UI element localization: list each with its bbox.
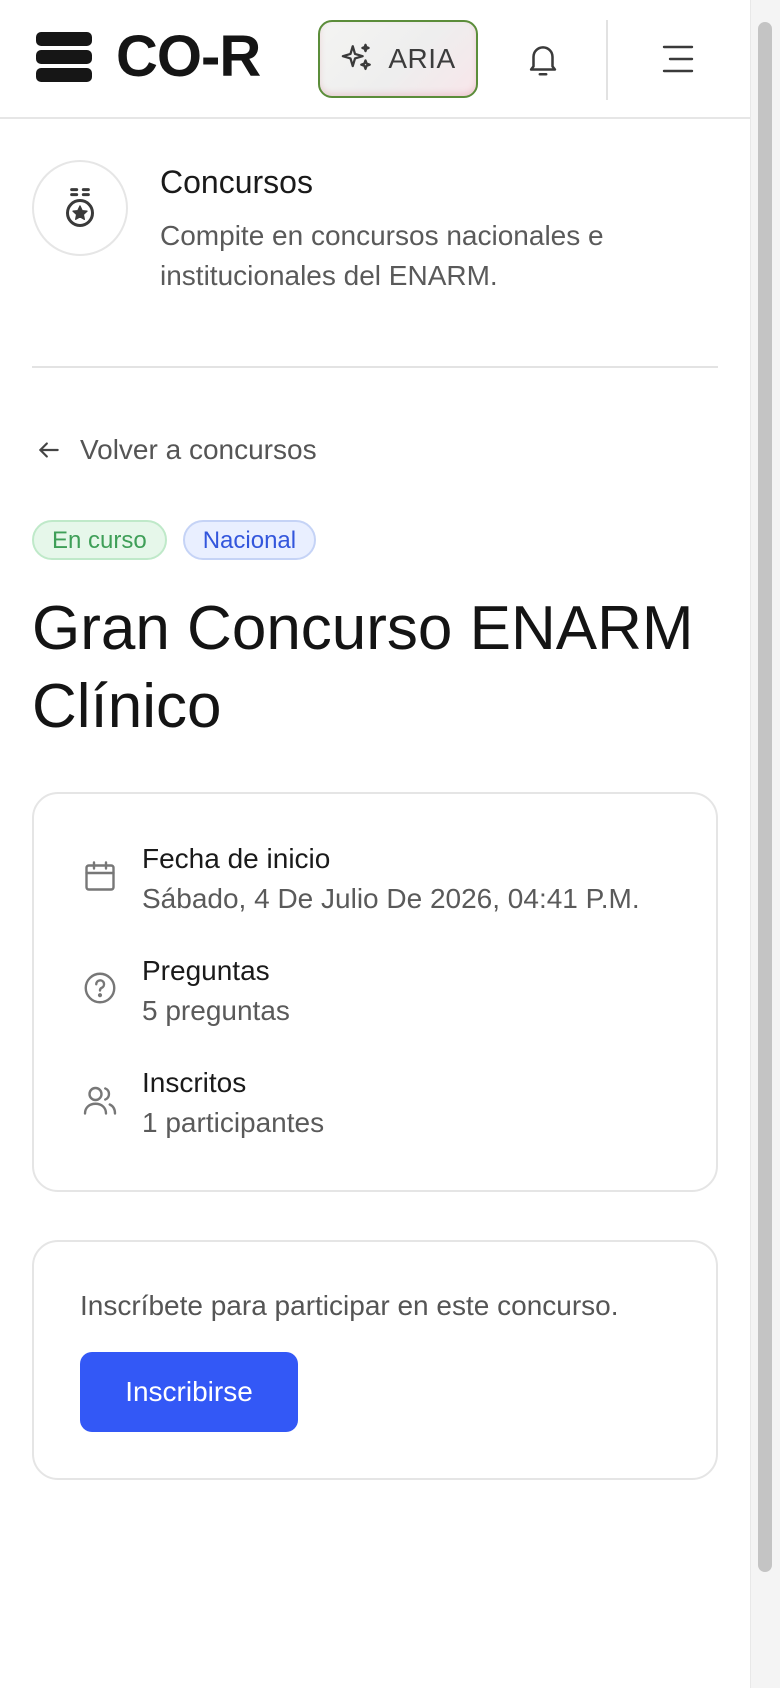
- detail-row-questions: Preguntas 5 preguntas: [82, 952, 290, 1032]
- sparkles-icon: [342, 43, 372, 71]
- back-link-label: Volver a concursos: [80, 434, 317, 465]
- detail-value: 1 participantes: [142, 1107, 325, 1138]
- aria-button-label: ARIA: [388, 43, 456, 74]
- registration-card: Inscríbete para participar en este concu…: [32, 1240, 718, 1480]
- contest-details-card: Fecha de inicio Sábado, 4 De Julio De 20…: [32, 792, 718, 1192]
- logo[interactable]: CO-R: [36, 24, 261, 89]
- header-divider: [606, 20, 608, 100]
- contest-title: Gran Concurso ENARM Clínico: [32, 594, 694, 741]
- section-title: Concursos: [160, 164, 313, 200]
- menu-icon[interactable]: [662, 44, 694, 74]
- scope-badge-national: Nacional: [182, 520, 317, 560]
- arrow-left-icon: [39, 442, 59, 458]
- contest-section-icon: [32, 160, 128, 256]
- logo-text: CO-R: [116, 24, 261, 89]
- detail-label: Inscritos: [142, 1067, 247, 1098]
- detail-label: Preguntas: [142, 955, 270, 986]
- page: CO-R ARIA Concursos Compite en concursos…: [0, 0, 750, 1688]
- status-badges: En curso Nacional: [32, 520, 317, 560]
- detail-row-start-date: Fecha de inicio Sábado, 4 De Julio De 20…: [82, 840, 640, 920]
- detail-label: Fecha de inicio: [142, 843, 331, 874]
- status-badge-in-progress: En curso: [32, 520, 167, 560]
- detail-value: Sábado, 4 De Julio De 2026, 04:41 P.M.: [142, 883, 640, 914]
- notifications-bell-icon[interactable]: [524, 40, 562, 80]
- back-to-contests-link[interactable]: Volver a concursos: [36, 434, 317, 466]
- question-circle-icon: [84, 972, 116, 1004]
- register-button[interactable]: Inscribirse: [80, 1352, 298, 1432]
- scrollbar-thumb[interactable]: [758, 22, 772, 1572]
- aria-assistant-button[interactable]: ARIA: [318, 20, 478, 98]
- users-icon: [83, 1086, 117, 1115]
- top-bar: CO-R ARIA: [0, 0, 750, 119]
- detail-row-enrolled: Inscritos 1 participantes: [82, 1064, 324, 1144]
- registration-message: Inscríbete para participar en este concu…: [80, 1290, 619, 1321]
- medal-icon: [66, 188, 94, 227]
- logo-mark-icon: [36, 30, 92, 84]
- calendar-icon: [85, 861, 115, 891]
- section-divider: [32, 366, 718, 368]
- detail-value: 5 preguntas: [142, 995, 290, 1026]
- section-description: Compite en concursos nacionales e instit…: [160, 220, 604, 291]
